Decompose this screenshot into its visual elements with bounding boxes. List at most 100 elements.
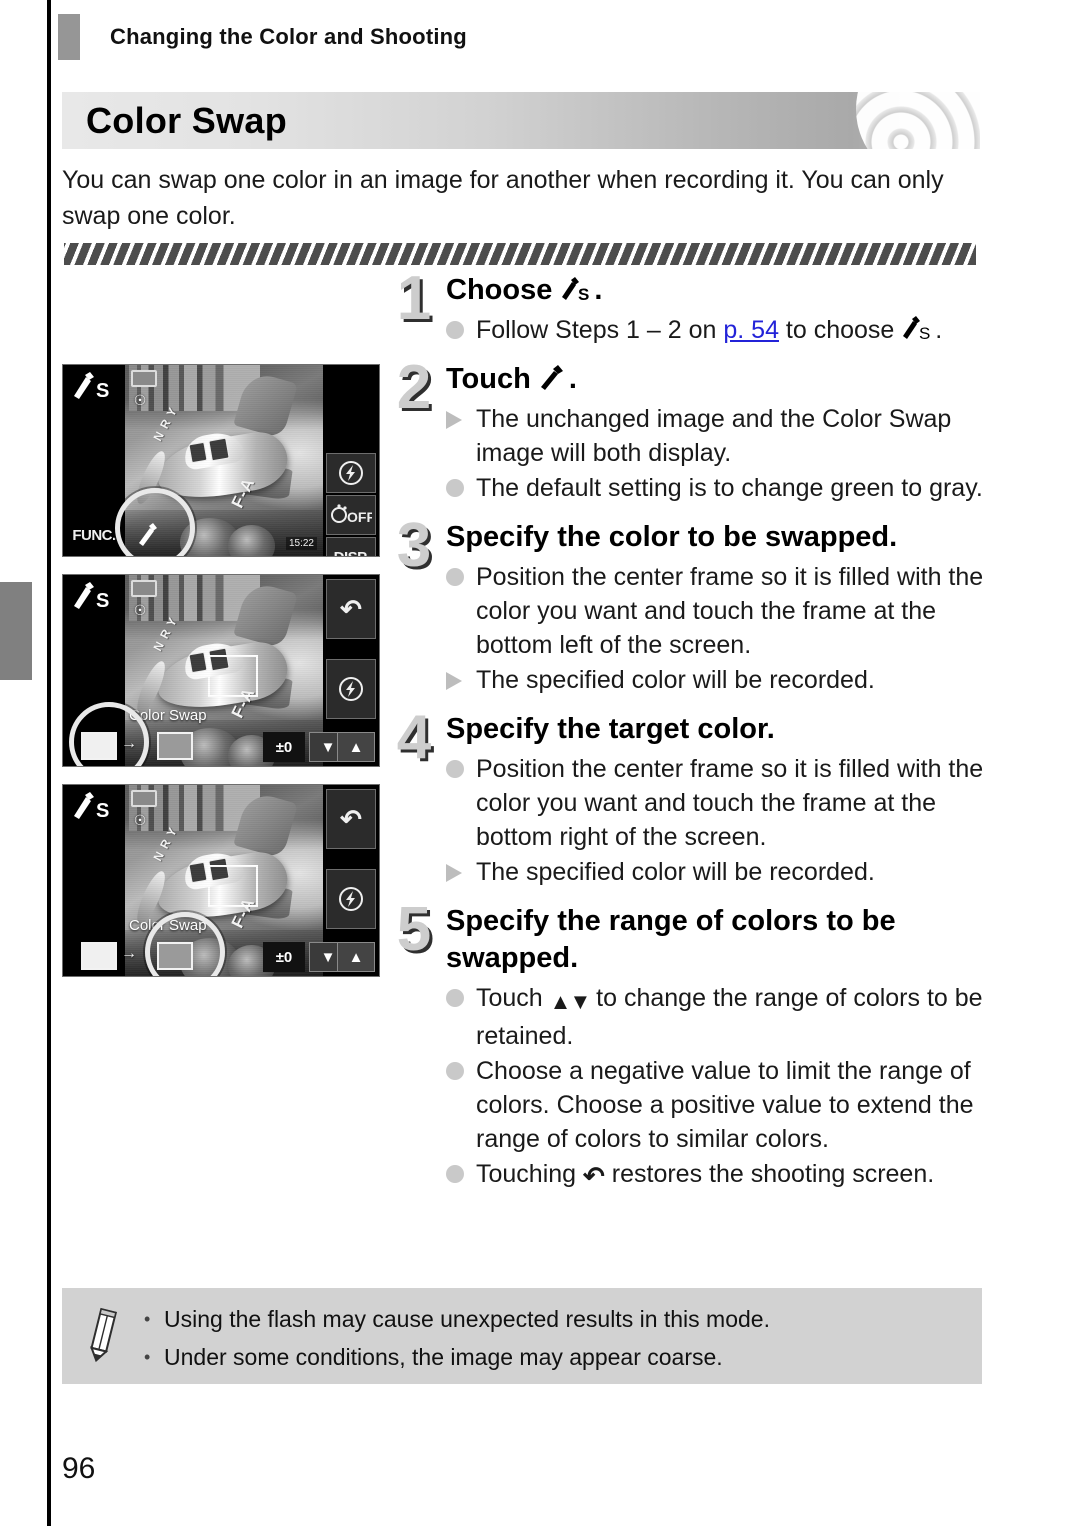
plane-code-text: F-A: [227, 894, 259, 932]
hatch-separator: [64, 243, 976, 265]
step-title-text: Choose: [446, 274, 553, 306]
bullet-dot-marker: [446, 1165, 464, 1183]
steps-column: 1 Choose S . Follow Steps 1 – 2 on p. 54…: [388, 268, 988, 1197]
eyedropper-button[interactable]: [129, 514, 169, 554]
bullet-item: Position the center frame so it is fille…: [446, 560, 988, 662]
step-bullets: Follow Steps 1 – 2 on p. 54 to choose S …: [446, 313, 988, 347]
source-color-swatch[interactable]: [81, 732, 117, 760]
running-header-title: Changing the Color and Shooting: [110, 24, 467, 49]
step-number: 5: [396, 895, 432, 964]
bullet-dot-marker: [446, 760, 464, 778]
header-marker-bar: [58, 14, 80, 60]
camera-screen-step3: N R Y F-A S ☉ Color Swap → ±0 ▼ ▲ ↶: [62, 574, 380, 767]
center-color-frame: [208, 655, 259, 698]
self-timer-off-icon[interactable]: OFF: [326, 495, 376, 535]
range-value: ±0: [263, 942, 305, 972]
color-swap-mode-icon: S: [560, 275, 594, 304]
bullet-text-after-icon: restores the shooting screen.: [604, 1160, 935, 1188]
flash-icon[interactable]: [326, 453, 376, 493]
bullet-dot-marker: [446, 568, 464, 586]
step-5: 5 Specify the range of colors to be swap…: [388, 899, 988, 1193]
note-item: Using the flash may cause unexpected res…: [142, 1300, 770, 1338]
step-title: Specify the color to be swapped.: [446, 521, 898, 553]
step-title: Specify the target color.: [446, 713, 775, 745]
bullet-text: Choose a negative value to limit the ran…: [476, 1057, 974, 1153]
eyedropper-icon: [539, 364, 569, 390]
plane-registration-text: N R Y: [150, 824, 180, 864]
range-up-button[interactable]: ▲: [337, 942, 375, 972]
step-title-suffix: .: [568, 363, 577, 395]
plane-tail: [232, 370, 299, 440]
bullet-text: Position the center frame so it is fille…: [476, 755, 984, 851]
intro-paragraph: You can swap one color in an image for a…: [62, 166, 944, 230]
step-title: Specify the range of colors to be swappe…: [446, 905, 896, 974]
plane-window: [188, 442, 208, 464]
swap-arrow-icon: →: [121, 945, 137, 962]
metering-lock-icon: ☉: [133, 602, 147, 618]
bullet-text-end: .: [935, 316, 943, 344]
desk-lens-object: [180, 517, 240, 556]
bullet-text-before-link: Follow Steps 1 – 2 on: [476, 316, 724, 344]
color-swap-label: Color Swap: [129, 917, 207, 934]
plane-wing: [210, 878, 294, 921]
bullet-item: Touch ▲▼ to change the range of colors t…: [446, 981, 988, 1053]
note-box: Using the flash may cause unexpected res…: [62, 1288, 982, 1384]
flash-icon[interactable]: [326, 659, 376, 719]
range-up-button[interactable]: ▲: [337, 732, 375, 762]
source-color-swatch[interactable]: [81, 942, 117, 970]
battery-icon: [131, 370, 157, 387]
step-title: Choose S .: [446, 272, 988, 309]
svg-text:S: S: [578, 285, 589, 302]
plane-fuselage: [152, 427, 292, 505]
disp-button[interactable]: DISP.: [326, 537, 376, 556]
battery-icon: [131, 580, 157, 597]
back-arrow-icon[interactable]: ↶: [326, 789, 376, 849]
bullet-triangle-marker: [446, 410, 462, 429]
step-1: 1 Choose S . Follow Steps 1 – 2 on p. 54…: [388, 268, 988, 347]
note-item: Under some conditions, the image may app…: [142, 1338, 770, 1376]
back-arrow-icon[interactable]: ↶: [326, 579, 376, 639]
plane-tail: [232, 790, 299, 860]
func-button[interactable]: FUNC.: [65, 518, 123, 552]
step-3: 3 Specify the color to be swapped. Posit…: [388, 515, 988, 697]
center-color-frame: [208, 865, 259, 908]
bullet-item: The unchanged image and the Color Swap i…: [446, 402, 988, 470]
page-number: 96: [62, 1452, 96, 1485]
flash-icon[interactable]: [326, 869, 376, 929]
svg-text:S: S: [96, 800, 109, 822]
svg-text:S: S: [96, 380, 109, 402]
page-reference-link[interactable]: p. 54: [723, 316, 779, 344]
bullet-dot-marker: [446, 989, 464, 1007]
plane-tail: [232, 580, 299, 650]
body-area: N R Y F-A S ☉ FUNC. OF DISP. 15:22 N R Y…: [0, 268, 1080, 1272]
plane-cabin: [182, 638, 247, 682]
step-number: 2: [396, 353, 432, 422]
running-header: Changing the Color and Shooting: [58, 14, 467, 60]
svg-text:S: S: [96, 590, 109, 612]
plane-registration-text: N R Y: [150, 614, 180, 654]
shots-remaining-badge: 15:22: [285, 537, 317, 550]
section-title-banner: Color Swap: [62, 92, 980, 149]
step-number: 4: [396, 703, 432, 772]
battery-icon: [131, 790, 157, 807]
svg-text:S: S: [919, 324, 930, 341]
bullet-dot-marker: [446, 1062, 464, 1080]
step-bullets: Position the center frame so it is fille…: [446, 752, 988, 889]
bullet-item: Touching ↶ restores the shooting screen.: [446, 1157, 988, 1193]
target-color-swatch[interactable]: [157, 732, 193, 760]
plane-cabin: [182, 428, 247, 472]
plane-wing: [210, 668, 294, 711]
bullet-triangle-marker: [446, 863, 462, 882]
plane-cabin: [182, 848, 247, 892]
plane-window: [208, 858, 230, 882]
plane-window: [208, 648, 230, 672]
step-bullets: Position the center frame so it is fille…: [446, 560, 988, 697]
range-value: ±0: [263, 732, 305, 762]
bullet-dot-marker: [446, 479, 464, 497]
bullet-text: The default setting is to change green t…: [476, 474, 983, 502]
desk-lens-object: [227, 525, 276, 556]
note-list: Using the flash may cause unexpected res…: [142, 1300, 770, 1376]
step-bullets: Touch ▲▼ to change the range of colors t…: [446, 981, 988, 1193]
target-color-swatch[interactable]: [157, 942, 193, 970]
bullet-dot-marker: [446, 321, 464, 339]
